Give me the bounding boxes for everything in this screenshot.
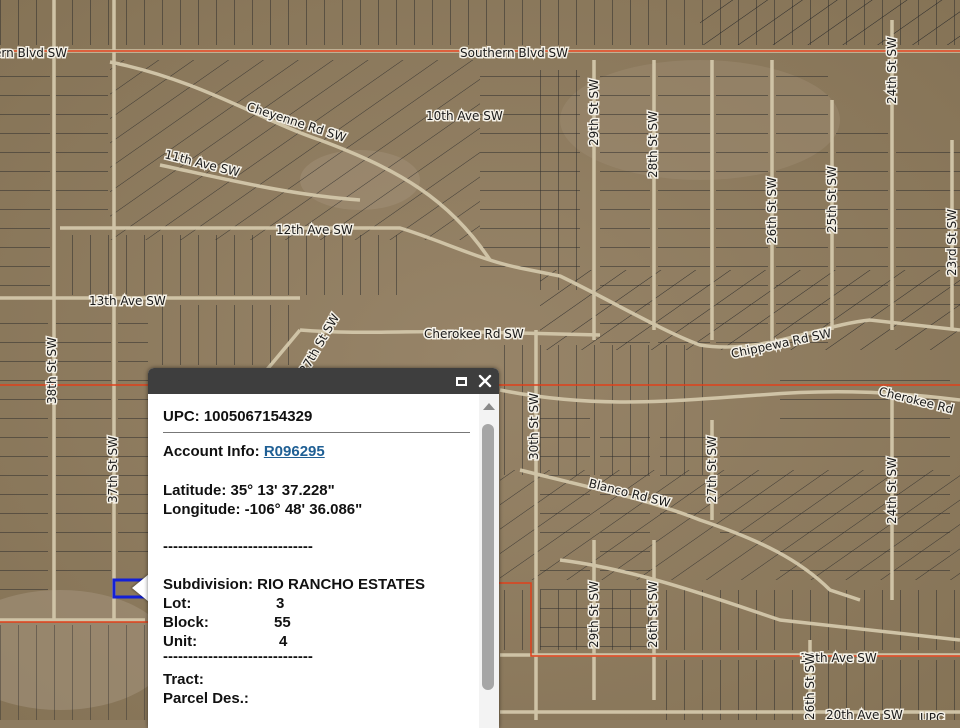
longitude-value: -106° 48' 36.086"	[244, 501, 363, 518]
street-label: 10th Ave SW	[426, 109, 503, 123]
upc-row: UPC: 1005067154329	[163, 408, 312, 425]
divider	[163, 432, 470, 433]
street-label: Southern Blvd SW	[460, 46, 568, 60]
parcel-des-label: Parcel Des.:	[163, 690, 249, 707]
latitude-label: Latitude:	[163, 482, 227, 499]
subdivision-row: Subdivision: RIO RANCHO ESTATES	[163, 576, 425, 593]
separator-text: ------------------------------	[163, 648, 313, 665]
subdivision-label: Subdivision:	[163, 576, 253, 593]
street-label: 12th Ave SW	[276, 223, 353, 237]
scroll-thumb[interactable]	[482, 424, 494, 690]
scroll-up-arrow-icon[interactable]	[483, 403, 495, 410]
close-button[interactable]	[476, 372, 494, 390]
street-label: 29th St SW	[587, 79, 601, 146]
tract-label: Tract:	[163, 671, 204, 688]
longitude-label: Longitude:	[163, 501, 241, 518]
street-label: 25th St SW	[825, 166, 839, 233]
longitude-row: Longitude: -106° 48' 36.086"	[163, 501, 362, 518]
street-label: 28th St SW	[646, 111, 660, 178]
upc-label: UPC:	[163, 408, 200, 425]
popup-pointer	[132, 574, 149, 602]
popup-content: UPC: 1005067154329 Account Info: R096295…	[163, 394, 478, 728]
street-label: 26th St SW	[646, 581, 660, 648]
separator-text: ------------------------------	[163, 538, 313, 555]
account-label: Account Info:	[163, 443, 260, 460]
street-label: 26th St SW	[765, 177, 779, 244]
street-label: ern Blvd SW	[0, 46, 67, 60]
popup-scrollbar[interactable]	[479, 394, 499, 728]
parcel-info-popup: UPC: 1005067154329 Account Info: R096295…	[148, 368, 499, 728]
street-label: 23rd St SW	[945, 209, 959, 276]
block-value: 55	[274, 614, 291, 631]
subdivision-value: RIO RANCHO ESTATES	[257, 576, 425, 593]
street-label: 29th St SW	[587, 581, 601, 648]
latitude-value: 35° 13' 37.228"	[230, 482, 335, 499]
block-label: Block:	[163, 614, 209, 631]
street-label: 27th St SW	[705, 436, 719, 503]
street-label: Cherokee Rd SW	[424, 327, 524, 341]
street-label: 38th St SW	[45, 337, 59, 404]
lot-label: Lot:	[163, 595, 192, 612]
street-label: 24th St SW	[885, 37, 899, 104]
close-icon	[478, 374, 492, 388]
popup-titlebar	[148, 368, 499, 394]
lot-value: 3	[276, 595, 285, 612]
latitude-row: Latitude: 35° 13' 37.228"	[163, 482, 335, 499]
upc-value: 1005067154329	[203, 408, 313, 425]
maximize-button[interactable]	[452, 372, 470, 390]
street-label: 24th St SW	[885, 457, 899, 524]
account-row: Account Info: R096295	[163, 443, 325, 460]
street-label: UPC	[920, 711, 944, 720]
account-link[interactable]: R096295	[264, 443, 325, 460]
street-label: 26th St SW	[803, 653, 817, 720]
maximize-icon	[455, 376, 467, 386]
street-label: 37th St SW	[106, 436, 120, 503]
street-label: 30th St SW	[527, 393, 541, 460]
street-label: 20th Ave SW	[826, 708, 903, 720]
street-label: 13th Ave SW	[89, 294, 166, 308]
